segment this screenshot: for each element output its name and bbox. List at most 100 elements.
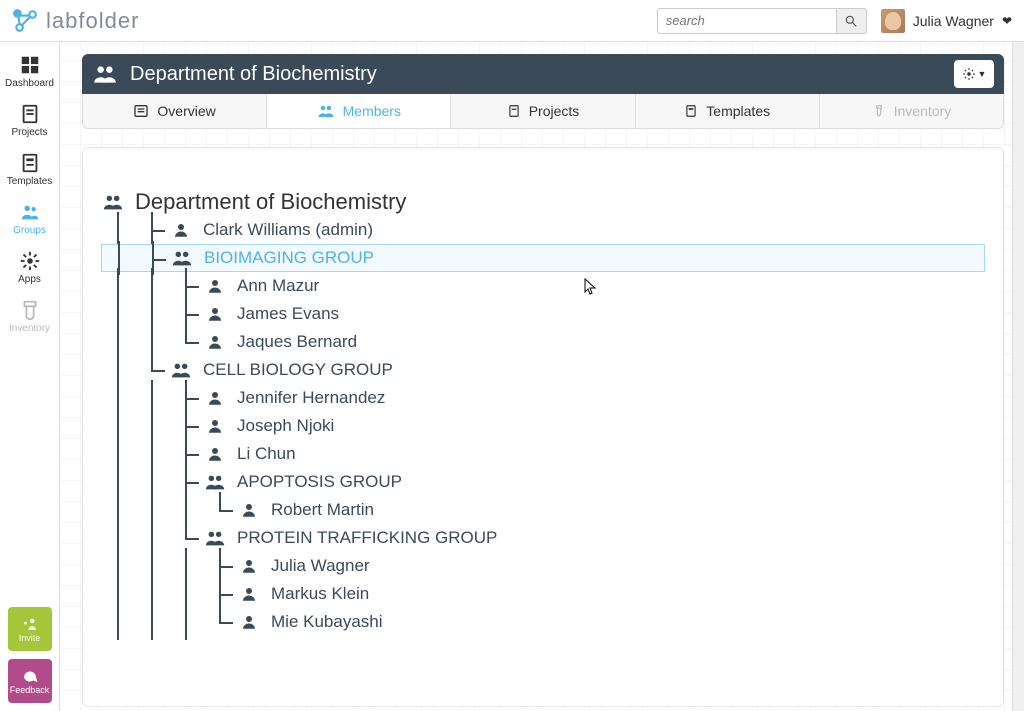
sidebar-label-inventory: Inventory bbox=[9, 323, 50, 334]
topbar: labfolder Julia Wagner ❤ bbox=[0, 0, 1024, 42]
search-input[interactable] bbox=[657, 8, 837, 34]
person-icon bbox=[169, 221, 193, 239]
tree-member-label: Joseph Njoki bbox=[237, 416, 334, 436]
sidebar-item-dashboard[interactable]: Dashboard bbox=[0, 48, 59, 97]
sidebar-label-templates: Templates bbox=[7, 176, 53, 187]
person-icon bbox=[203, 445, 227, 463]
search-button[interactable] bbox=[837, 8, 867, 34]
avatar bbox=[881, 9, 905, 33]
tab-members-label: Members bbox=[343, 103, 401, 119]
tree-group-label: APOPTOSIS GROUP bbox=[237, 472, 402, 492]
tree-member-row[interactable]: Markus Klein bbox=[101, 580, 985, 608]
tree-member-row[interactable]: Clark Williams (admin) bbox=[101, 216, 985, 244]
user-menu[interactable]: Julia Wagner ❤ bbox=[881, 9, 1012, 33]
tab-templates-label: Templates bbox=[706, 103, 770, 119]
tree-member-label: Jennifer Hernandez bbox=[237, 388, 385, 408]
overview-icon bbox=[133, 103, 149, 119]
tree-member-label: Ann Mazur bbox=[237, 276, 319, 296]
scrollbar[interactable] bbox=[1012, 42, 1024, 711]
tree-group-label: BIOIMAGING GROUP bbox=[204, 248, 374, 268]
tree-member-row[interactable]: Mie Kubayashi bbox=[101, 608, 985, 636]
tree-group-label: CELL BIOLOGY GROUP bbox=[203, 360, 393, 380]
sidebar-item-groups[interactable]: Groups bbox=[0, 195, 59, 244]
sidebar-item-apps[interactable]: Apps bbox=[0, 244, 59, 293]
tree-member-row[interactable]: Jaques Bernard bbox=[101, 328, 985, 356]
tree-group-row[interactable]: BIOIMAGING GROUP bbox=[101, 244, 985, 272]
person-icon bbox=[203, 417, 227, 435]
brand-text: labfolder bbox=[46, 8, 139, 34]
tab-inventory-label: Inventory bbox=[894, 103, 952, 119]
tree-subgroup-row[interactable]: PROTEIN TRAFFICKING GROUP bbox=[101, 524, 985, 552]
tab-projects-label: Projects bbox=[529, 103, 580, 119]
tree-member-row[interactable]: Julia Wagner bbox=[101, 552, 985, 580]
tree-member-row[interactable]: Robert Martin bbox=[101, 496, 985, 524]
group-icon bbox=[101, 191, 125, 213]
tab-inventory: Inventory bbox=[820, 94, 1003, 128]
tab-overview[interactable]: Overview bbox=[83, 94, 267, 128]
main-area: Department of Biochemistry ▼ Overview Me… bbox=[60, 42, 1024, 711]
tree-member-row[interactable]: Joseph Njoki bbox=[101, 412, 985, 440]
sidebar-label-groups: Groups bbox=[13, 225, 46, 236]
search-box bbox=[657, 8, 867, 34]
tree-member-row[interactable]: Li Chun bbox=[101, 440, 985, 468]
invite-button[interactable]: Invite bbox=[8, 607, 52, 651]
feedback-label: Feedback bbox=[10, 685, 50, 695]
tab-overview-label: Overview bbox=[157, 103, 215, 119]
invite-label: Invite bbox=[19, 633, 41, 643]
tree-member-label: Li Chun bbox=[237, 444, 296, 464]
person-icon bbox=[203, 305, 227, 323]
search-icon bbox=[844, 14, 858, 28]
person-icon bbox=[203, 389, 227, 407]
sidebar-item-templates[interactable]: Templates bbox=[0, 146, 59, 195]
group-icon bbox=[170, 247, 194, 269]
sidebar: Dashboard Projects Templates Groups Apps… bbox=[0, 42, 60, 711]
tab-members[interactable]: Members bbox=[267, 94, 451, 128]
tree-member-label: James Evans bbox=[237, 304, 339, 324]
inventory-tab-icon bbox=[872, 104, 886, 118]
logo-icon bbox=[12, 8, 38, 34]
group-icon bbox=[169, 359, 193, 381]
feedback-button[interactable]: Feedback bbox=[8, 659, 52, 703]
content-panel: Department of Biochemistry Clark Williams… bbox=[82, 147, 1004, 707]
tab-templates[interactable]: Templates bbox=[636, 94, 820, 128]
person-icon bbox=[203, 277, 227, 295]
tabs: Overview Members Projects Templates Inve… bbox=[82, 94, 1004, 129]
group-icon bbox=[203, 527, 227, 549]
tree-root-row[interactable]: Department of Biochemistry bbox=[101, 188, 985, 216]
sidebar-item-projects[interactable]: Projects bbox=[0, 97, 59, 146]
group-icon bbox=[203, 471, 227, 493]
sidebar-label-dashboard: Dashboard bbox=[5, 78, 54, 89]
settings-button[interactable]: ▼ bbox=[954, 60, 994, 88]
inventory-icon bbox=[19, 299, 41, 321]
tree-member-label: Clark Williams (admin) bbox=[203, 220, 373, 240]
groups-icon bbox=[19, 201, 41, 223]
person-icon bbox=[237, 557, 261, 575]
dashboard-icon bbox=[19, 54, 41, 76]
tree-root-label: Department of Biochemistry bbox=[135, 189, 406, 215]
logo[interactable]: labfolder bbox=[12, 8, 139, 34]
member-tree: Department of Biochemistry Clark Williams… bbox=[101, 188, 985, 636]
tree-member-row[interactable]: Ann Mazur bbox=[101, 272, 985, 300]
tree-member-row[interactable]: Jennifer Hernandez bbox=[101, 384, 985, 412]
tree-subgroup-row[interactable]: APOPTOSIS GROUP bbox=[101, 468, 985, 496]
tree-member-label: Markus Klein bbox=[271, 584, 369, 604]
projects-icon bbox=[19, 103, 41, 125]
tree-member-label: Robert Martin bbox=[271, 500, 374, 520]
tree-group-row[interactable]: CELL BIOLOGY GROUP bbox=[101, 356, 985, 384]
gear-icon bbox=[962, 67, 976, 81]
tree-member-row[interactable]: James Evans bbox=[101, 300, 985, 328]
person-icon bbox=[203, 333, 227, 351]
panel-title: Department of Biochemistry bbox=[130, 63, 377, 86]
caret-down-icon: ▼ bbox=[978, 69, 987, 79]
heart-icon: ❤ bbox=[1002, 14, 1012, 28]
sidebar-label-apps: Apps bbox=[18, 274, 41, 285]
group-icon bbox=[92, 61, 118, 87]
sidebar-item-inventory: Inventory bbox=[0, 293, 59, 342]
user-name: Julia Wagner bbox=[913, 13, 994, 29]
members-icon bbox=[317, 102, 335, 120]
templates-icon bbox=[19, 152, 41, 174]
sidebar-label-projects: Projects bbox=[11, 127, 47, 138]
tab-projects[interactable]: Projects bbox=[451, 94, 635, 128]
tree-member-label: Mie Kubayashi bbox=[271, 612, 383, 632]
tree-group-label: PROTEIN TRAFFICKING GROUP bbox=[237, 528, 497, 548]
